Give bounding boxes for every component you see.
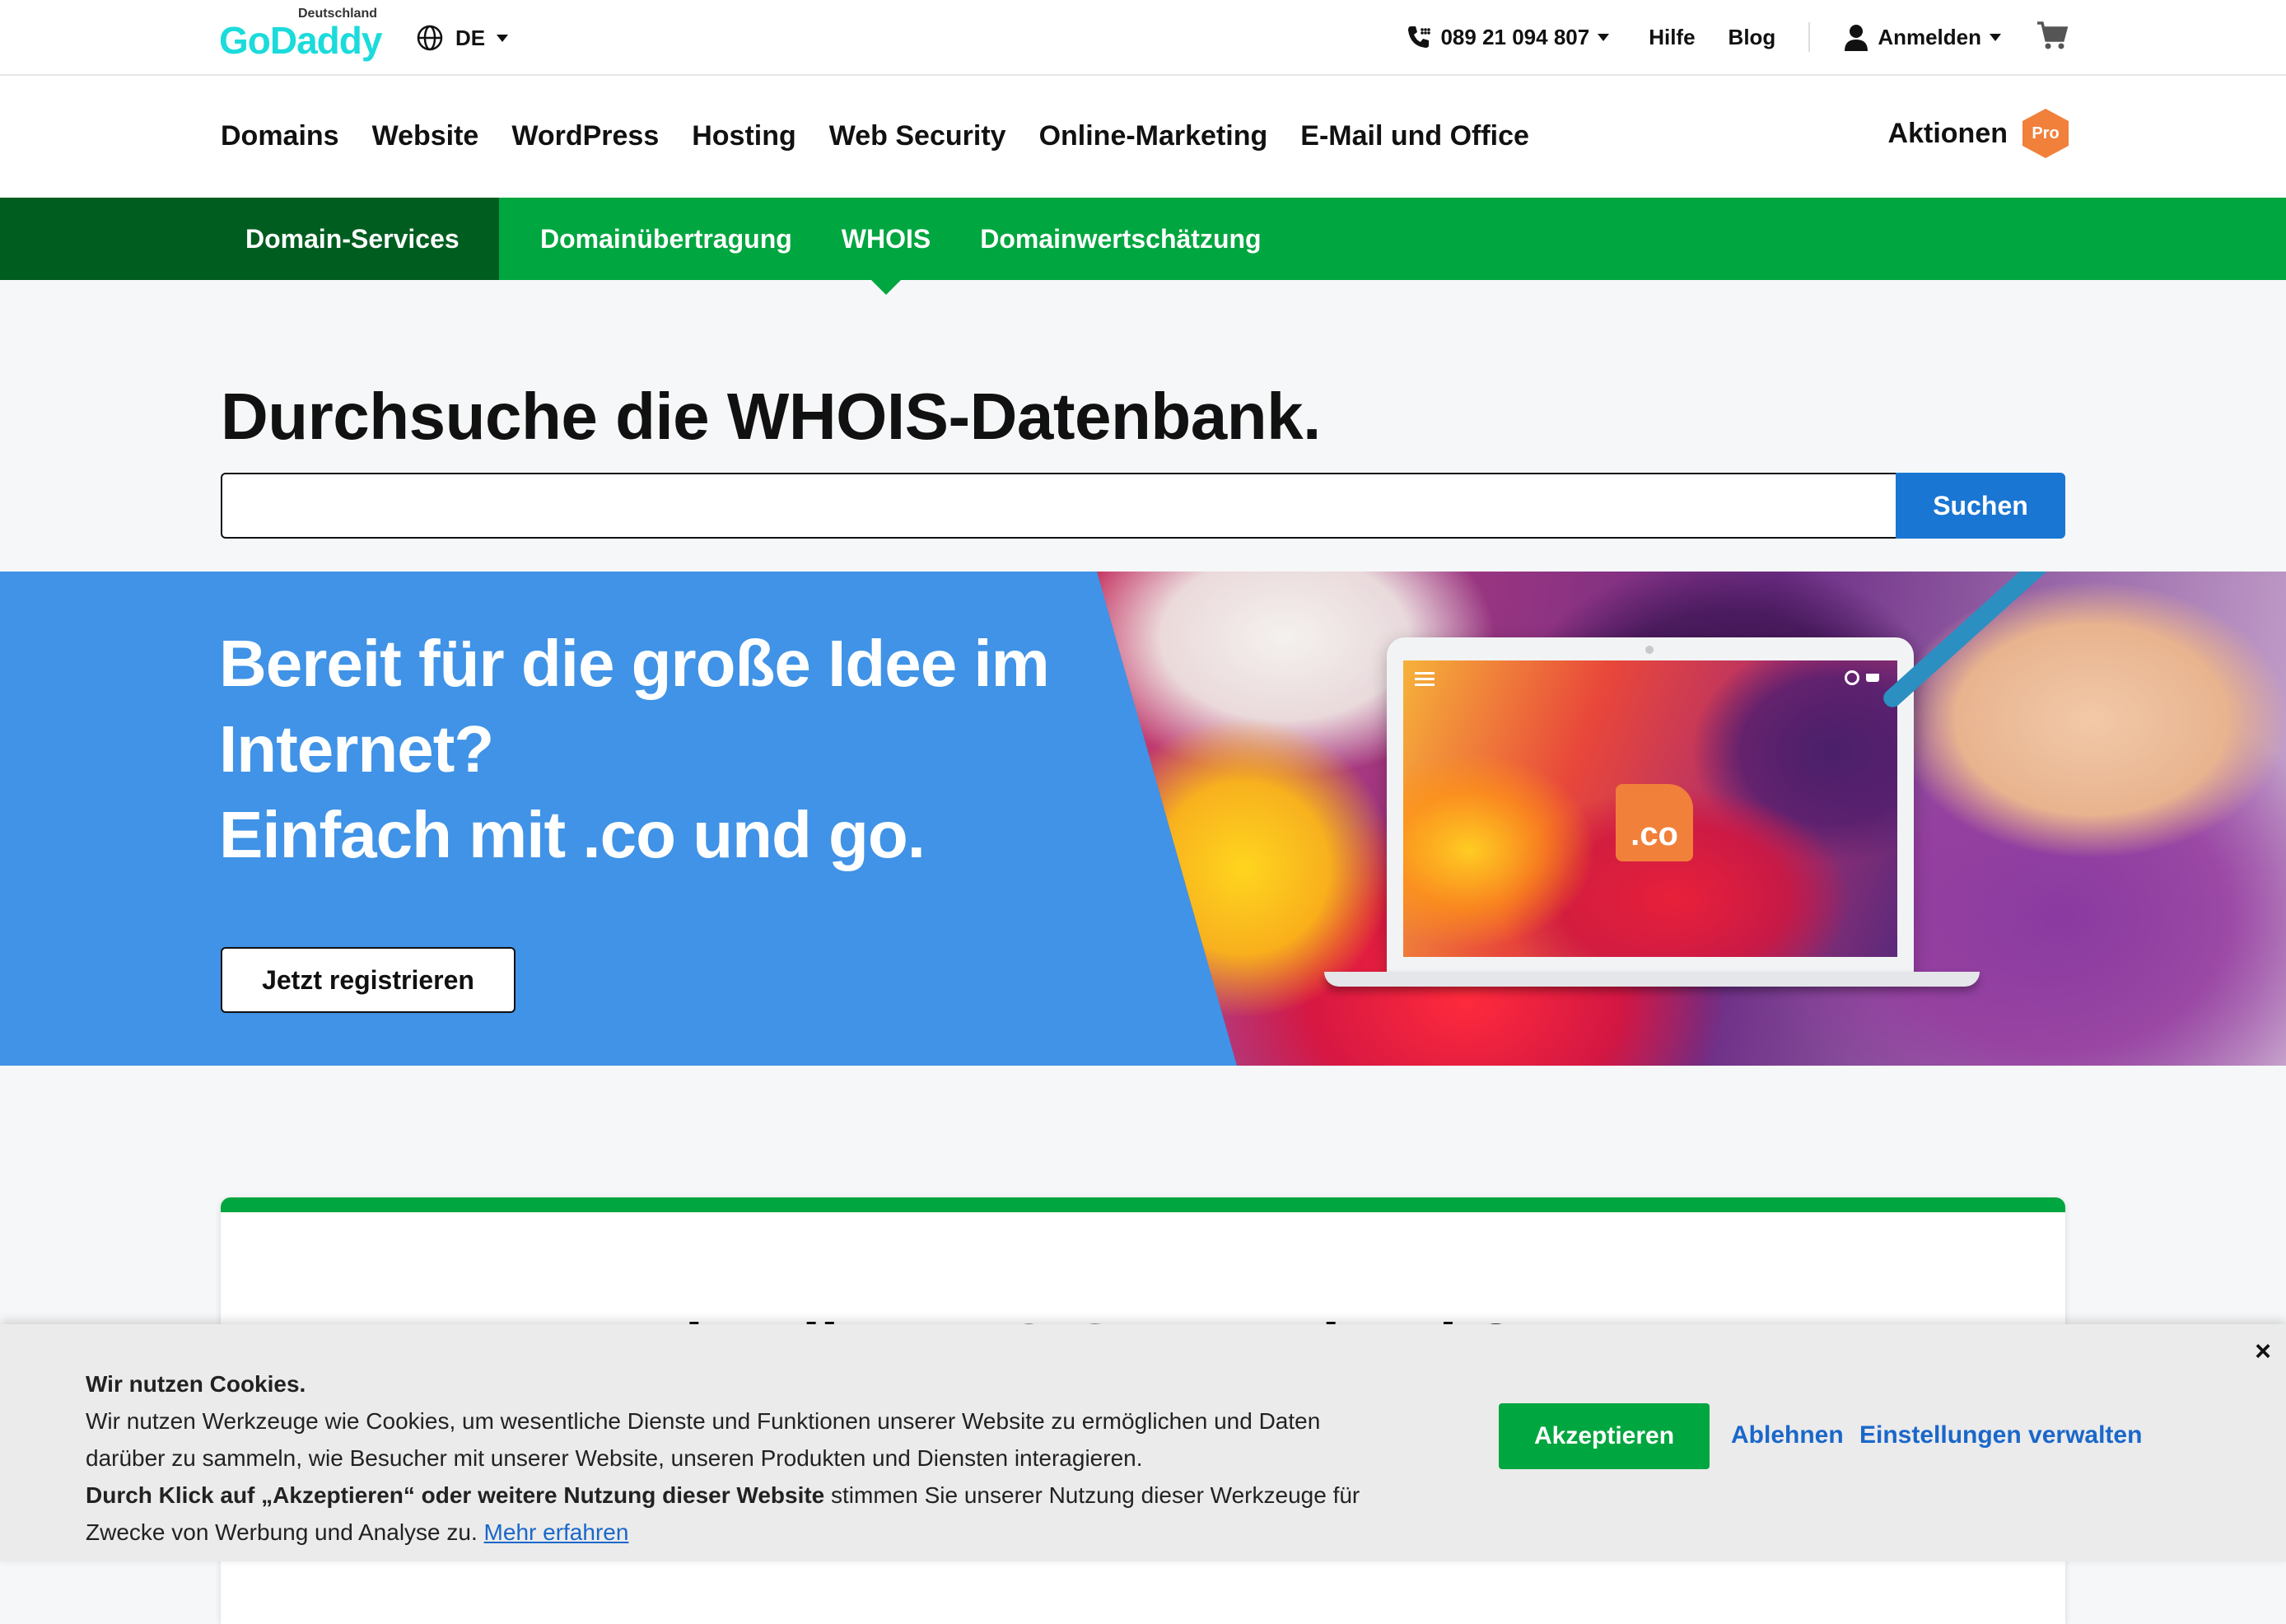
co-domain-badge: .co <box>1616 784 1693 861</box>
manage-settings-link[interactable]: Einstellungen verwalten <box>1859 1421 2142 1449</box>
nav-item-domains[interactable]: Domains <box>221 120 339 152</box>
subnav-links: Domainübertragung WHOIS Domainwertschätz… <box>540 198 1262 280</box>
banner-headline-line1: Bereit für die große Idee im Internet? <box>219 627 1050 786</box>
cart-icon <box>1866 674 1879 682</box>
utility-links: 089 21 094 807 Hilfe Blog Anmelden <box>1404 16 2069 58</box>
chevron-down-icon <box>1990 33 2001 41</box>
subnav-section-title[interactable]: Domain-Services <box>0 198 499 280</box>
register-now-button[interactable]: Jetzt registrieren <box>221 947 516 1013</box>
phone-link[interactable]: 089 21 094 807 <box>1404 23 1610 51</box>
nav-item-web-security[interactable]: Web Security <box>829 120 1006 152</box>
nav-item-hosting[interactable]: Hosting <box>692 120 796 152</box>
chevron-down-icon <box>497 34 509 42</box>
language-code: DE <box>455 25 486 50</box>
cookie-title: Wir nutzen Cookies. <box>86 1371 306 1397</box>
banner-headline: Bereit für die große Idee im Internet? E… <box>219 621 1207 878</box>
cookie-body: Wir nutzen Werkzeuge wie Cookies, um wes… <box>86 1408 1321 1471</box>
cart-button[interactable] <box>2036 20 2069 55</box>
main-nav-list: Domains Website WordPress Hosting Web Se… <box>221 120 1529 152</box>
help-link[interactable]: Hilfe <box>1649 25 1695 50</box>
main-navigation: Domains Website WordPress Hosting Web Se… <box>0 76 2286 198</box>
search-icon <box>1845 670 1859 685</box>
chevron-down-icon <box>1598 33 1610 41</box>
divider <box>1808 22 1811 52</box>
laptop-image: .co <box>1387 637 1914 975</box>
promo-banner: .co Bereit für die große Idee im Interne… <box>0 572 2286 1066</box>
blog-link[interactable]: Blog <box>1728 25 1776 50</box>
banner-headline-line2: Einfach mit .co und go. <box>219 798 926 871</box>
close-icon[interactable]: × <box>2255 1336 2271 1368</box>
cookie-consent-banner: × Wir nutzen Cookies. Wir nutzen Werkzeu… <box>0 1324 2286 1561</box>
promotions-label: Aktionen <box>1887 117 2008 149</box>
active-tab-indicator <box>871 280 901 295</box>
promotions-link[interactable]: Aktionen Pro <box>1888 109 2069 158</box>
menu-icon <box>1415 672 1435 674</box>
accept-cookies-button[interactable]: Akzeptieren <box>1499 1403 1710 1469</box>
globe-icon <box>417 25 443 51</box>
language-selector[interactable]: DE <box>416 20 509 56</box>
cookie-bold-text: Durch Klick auf „Akzeptieren“ oder weite… <box>86 1482 825 1508</box>
pro-badge: Pro <box>2022 109 2069 158</box>
tab-domain-transfer[interactable]: Domainübertragung <box>540 224 792 254</box>
tab-whois[interactable]: WHOIS <box>842 224 931 254</box>
nav-item-website[interactable]: Website <box>372 120 479 152</box>
search-button[interactable]: Suchen <box>1896 473 2065 539</box>
camera-dot <box>1645 646 1654 654</box>
learn-more-link[interactable]: Mehr erfahren <box>484 1519 629 1545</box>
logo-wordmark: GoDaddy <box>219 19 382 62</box>
sub-navigation: Domain-Services Domainübertragung WHOIS … <box>0 198 2286 295</box>
shopping-cart-icon <box>2037 21 2069 49</box>
godaddy-logo[interactable]: Deutschland GoDaddy <box>219 7 384 63</box>
page-title: Durchsuche die WHOIS-Datenbank. <box>221 380 1321 453</box>
nav-item-email-office[interactable]: E-Mail und Office <box>1300 120 1529 152</box>
laptop-base <box>1324 972 1980 987</box>
nav-item-online-marketing[interactable]: Online-Marketing <box>1039 120 1268 152</box>
phone-number: 089 21 094 807 <box>1440 24 1590 49</box>
tab-domain-appraisal[interactable]: Domainwertschätzung <box>980 224 1261 254</box>
whois-search-input[interactable] <box>221 473 1897 539</box>
sign-in-label: Anmelden <box>1878 24 1981 49</box>
laptop-screen: .co <box>1403 660 1897 957</box>
nav-item-wordpress[interactable]: WordPress <box>511 120 659 152</box>
phone-icon <box>1408 26 1431 48</box>
sign-in-menu[interactable]: Anmelden <box>1843 23 2001 51</box>
cookie-text: Wir nutzen Cookies. Wir nutzen Werkzeuge… <box>86 1365 1387 1551</box>
reject-cookies-link[interactable]: Ablehnen <box>1731 1421 1844 1449</box>
utility-bar: Deutschland GoDaddy DE 089 21 094 807 Hi… <box>0 0 2286 76</box>
user-icon <box>1845 25 1868 51</box>
